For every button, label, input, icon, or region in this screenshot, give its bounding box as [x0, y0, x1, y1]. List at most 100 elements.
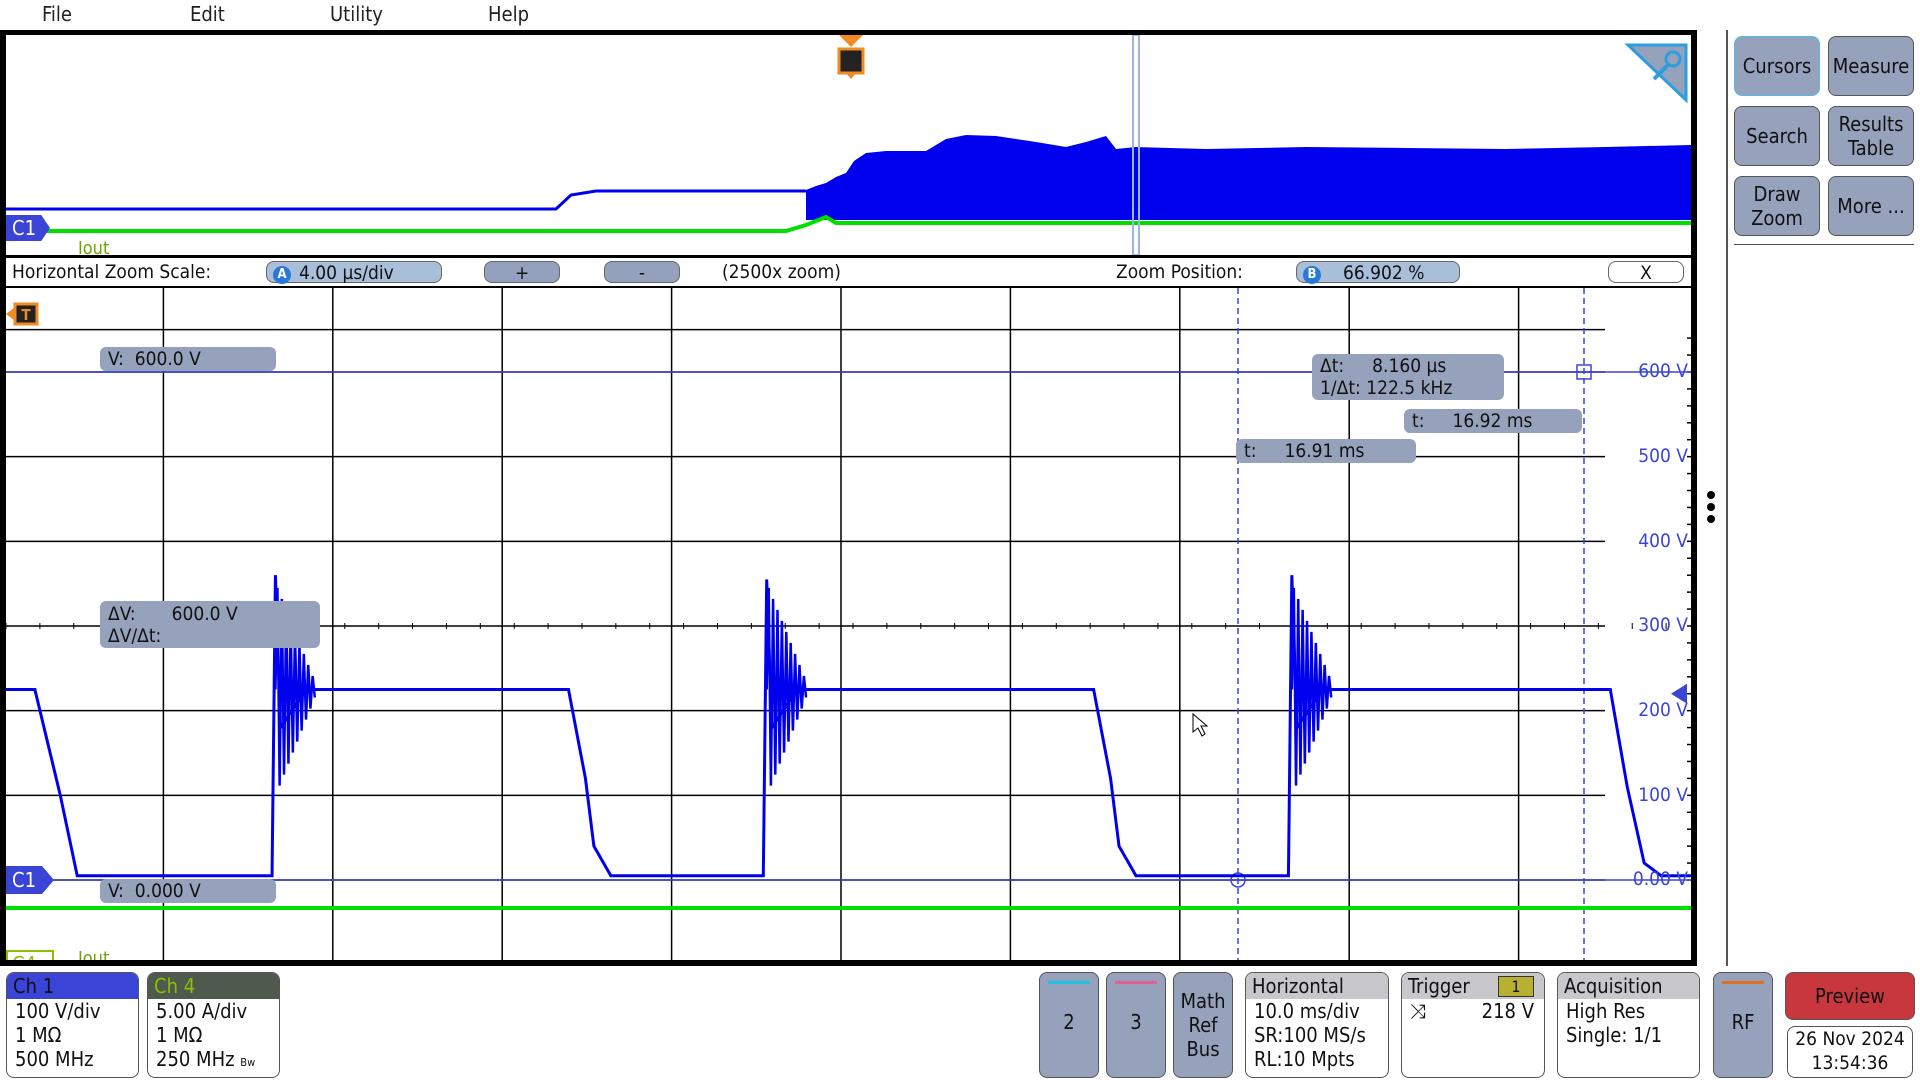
svg-text:T: T — [21, 306, 31, 324]
ch2-label: 2 — [1063, 1010, 1075, 1034]
cursor-delta-v-readout[interactable]: ΔV: 600.0 V ΔV/Δt: — [100, 601, 320, 648]
results-table-button[interactable]: Results Table — [1828, 106, 1914, 166]
acquisition-title: Acquisition — [1558, 973, 1699, 999]
y-tick-label: 300 V — [1638, 614, 1688, 636]
ch3-color-bar — [1115, 981, 1157, 984]
divider — [1734, 244, 1914, 245]
cursor-t-a-readout[interactable]: t: 16.91 ms — [1236, 439, 1416, 463]
cursor-v-top-readout[interactable]: V: 600.0 V — [100, 347, 276, 371]
menu-file[interactable]: File — [42, 2, 72, 26]
acquisition-mode: High Res — [1566, 999, 1646, 1023]
acquisition-badge[interactable]: Acquisition High Res Single: 1/1 — [1557, 972, 1700, 1078]
close-zoom-button[interactable]: X — [1608, 261, 1684, 284]
y-tick-label: 100 V — [1638, 784, 1688, 806]
y-tick-label: 600 V — [1638, 360, 1688, 382]
trigger-level: 218 V — [1481, 999, 1534, 1023]
menu-help[interactable]: Help — [488, 2, 529, 26]
ch1-badge[interactable]: Ch 1 100 V/div 1 MΩ 500 MHz — [6, 972, 139, 1078]
readout-value: 16.92 ms — [1452, 410, 1533, 432]
more-options-icon[interactable] — [1706, 490, 1716, 530]
ch1-title: Ch 1 — [7, 973, 138, 999]
preview-button[interactable]: Preview — [1785, 972, 1915, 1020]
zoom-position-knob[interactable]: B 66.902 % — [1296, 261, 1460, 284]
date-time-display[interactable]: 26 Nov 2024 13:54:36 — [1787, 1026, 1913, 1078]
zoom-in-button[interactable]: + — [484, 261, 560, 284]
sample-rate: SR:100 MS/s — [1254, 1023, 1366, 1047]
readout-value: 600.0 V — [134, 348, 201, 370]
trigger-badge[interactable]: Trigger 1 ⤨ 218 V — [1401, 972, 1545, 1078]
measure-button[interactable]: Measure — [1828, 36, 1914, 96]
ch2-button[interactable]: 2 — [1039, 972, 1099, 1078]
readout-label: Δt: — [1320, 355, 1345, 377]
menu-edit[interactable]: Edit — [190, 2, 225, 26]
ch4-impedance: 1 MΩ — [156, 1023, 203, 1047]
draw-zoom-button[interactable]: Draw Zoom — [1734, 176, 1820, 236]
readout-value: 16.91 ms — [1284, 440, 1365, 462]
bus-label: Bus — [1186, 1037, 1220, 1061]
rf-color-bar — [1722, 981, 1764, 984]
ch4-bandwidth: 250 MHz — [156, 1047, 235, 1071]
zoom-position-label: Zoom Position: — [1116, 261, 1243, 283]
cursor-delta-t-readout[interactable]: Δt: 8.160 µs 1/Δt: 122.5 kHz — [1312, 354, 1504, 400]
readout-label: ΔV/Δt: — [108, 625, 162, 647]
cursor-v-bottom-readout[interactable]: V: 0.000 V — [100, 879, 276, 903]
horizontal-title: Horizontal — [1246, 973, 1388, 999]
main-waveform-panel[interactable]: T V: 600.0 V ΔV: 600.0 V ΔV/Δt: V: 0.000 … — [0, 288, 1697, 966]
overview-plot — [6, 35, 1691, 255]
readout-value: 122.5 kHz — [1366, 377, 1453, 399]
horizontal-scale: 10.0 ms/div — [1254, 999, 1360, 1023]
mouse-pointer-icon — [1192, 712, 1209, 737]
y-tick-label: 500 V — [1638, 445, 1688, 467]
time: 13:54:36 — [1811, 1052, 1889, 1074]
ch3-label: 3 — [1130, 1010, 1142, 1034]
overview-waveform-panel[interactable]: C1 Iout — [0, 30, 1697, 258]
horizontal-badge[interactable]: Horizontal 10.0 ms/div SR:100 MS/s RL:10… — [1245, 972, 1389, 1078]
y-tick-label: 0.00 V — [1632, 868, 1688, 890]
zoom-factor: (2500x zoom) — [722, 261, 841, 283]
ch4-badge[interactable]: Ch 4 5.00 A/div 1 MΩ 250 MHz Bw — [147, 972, 280, 1078]
menu-utility[interactable]: Utility — [330, 2, 383, 26]
zoom-out-button[interactable]: - — [604, 261, 680, 284]
readout-value: 0.000 V — [134, 880, 201, 902]
math-ref-bus-button[interactable]: Math Ref Bus — [1173, 972, 1233, 1078]
ch4-label: Iout — [78, 948, 110, 960]
readout-label: 1/Δt: — [1320, 377, 1361, 399]
knob-a-icon: A — [273, 266, 291, 284]
overview-ch1-badge[interactable]: C1 — [6, 215, 50, 241]
readout-label: t: — [1244, 440, 1257, 462]
cursor-t-b-readout[interactable]: t: 16.92 ms — [1404, 409, 1582, 433]
ch1-impedance: 1 MΩ — [15, 1023, 62, 1047]
ch1-scale: 100 V/div — [15, 999, 101, 1023]
search-button[interactable]: Search — [1734, 106, 1820, 166]
settings-bar: Ch 1 100 V/div 1 MΩ 500 MHz Ch 4 5.00 A/… — [0, 966, 1920, 1080]
results-bar: Cursors Measure Search Results Table Dra… — [1726, 30, 1920, 966]
ch4-scale: 5.00 A/div — [156, 999, 248, 1023]
overview-ch1-envelope — [806, 135, 1691, 220]
ch3-button[interactable]: 3 — [1106, 972, 1166, 1078]
ch1-bandwidth: 500 MHz — [15, 1047, 94, 1071]
cursors-button[interactable]: Cursors — [1734, 36, 1820, 96]
acquisition-state: Single: 1/1 — [1566, 1023, 1663, 1047]
readout-label: V: — [108, 348, 124, 370]
more-button[interactable]: More ... — [1828, 176, 1914, 236]
rf-button[interactable]: RF — [1713, 972, 1773, 1078]
either-edge-icon: ⤨ — [1410, 999, 1426, 1023]
ch1-ringing — [765, 587, 808, 786]
readout-value: 8.160 µs — [1372, 355, 1447, 377]
ch4-title: Ch 4 — [148, 973, 279, 999]
ch4-offset-badge[interactable]: C4 — [6, 950, 54, 960]
ref-label: Ref — [1188, 1013, 1218, 1037]
overview-trigger-marker[interactable] — [837, 35, 865, 79]
zoom-scale-knob[interactable]: A 4.00 µs/div — [266, 261, 442, 284]
zoom-position-value: 66.902 % — [1343, 262, 1425, 284]
math-label: Math — [1180, 989, 1226, 1013]
zoom-scale-value: 4.00 µs/div — [299, 262, 394, 284]
readout-label: t: — [1412, 410, 1425, 432]
readout-value: 600.0 V — [171, 603, 238, 625]
ch1-ringing — [1290, 587, 1333, 786]
date: 26 Nov 2024 — [1795, 1028, 1905, 1050]
main-trigger-marker[interactable]: T — [6, 302, 40, 330]
menu-bar: File Edit Utility Help — [0, 0, 1920, 30]
zoom-magnifier-icon[interactable] — [1624, 43, 1688, 104]
readout-label: V: — [108, 880, 124, 902]
